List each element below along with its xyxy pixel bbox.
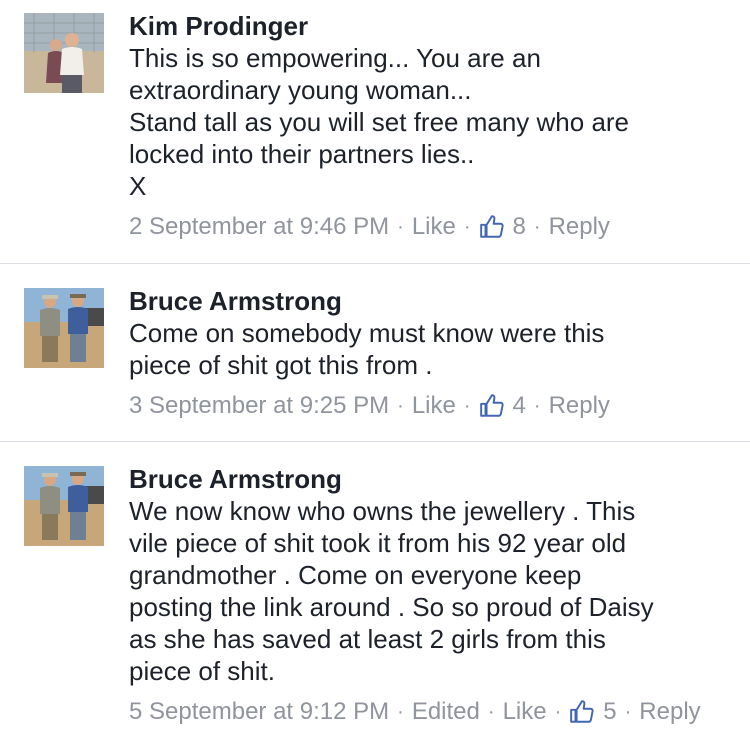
comment-line: This is so empowering... You are an: [129, 43, 541, 73]
comment-line: Come on somebody must know were this: [129, 318, 605, 348]
two-men-outback-photo-avatar: [24, 466, 104, 546]
separator-dot: ·: [533, 395, 541, 417]
reply-link[interactable]: Reply: [549, 212, 610, 242]
comment-text: We now know who owns the jewellery . Thi…: [129, 495, 729, 687]
separator-dot: ·: [554, 701, 562, 723]
timestamp[interactable]: 2 September at 9:46 PM: [129, 212, 389, 242]
comment-line: Stand tall as you will set free many who…: [129, 107, 630, 137]
comment-line: locked into their partners lies..: [129, 139, 475, 169]
avatar[interactable]: [24, 288, 104, 368]
separator-dot: ·: [624, 701, 632, 723]
separator-dot: ·: [533, 216, 541, 238]
timestamp[interactable]: 5 September at 9:12 PM: [129, 697, 389, 727]
separator-dot: ·: [463, 216, 471, 238]
comment-line: X: [129, 171, 147, 201]
like-count[interactable]: 8: [513, 212, 526, 242]
like-link[interactable]: Like: [503, 697, 547, 727]
comment-meta: 2 September at 9:46 PM · Like · 8 · Repl…: [129, 212, 729, 242]
comment-line: We now know who owns the jewellery . Thi…: [129, 496, 636, 526]
comment-line: piece of shit got this from .: [129, 350, 433, 380]
comment-line: grandmother . Come on everyone keep: [129, 560, 582, 590]
thumbs-up-icon[interactable]: [479, 214, 505, 240]
separator-dot: ·: [397, 395, 404, 417]
comment-line: posting the link around . So so proud of…: [129, 592, 654, 622]
comment-author[interactable]: Bruce Armstrong: [129, 463, 729, 495]
avatar[interactable]: [24, 466, 104, 546]
separator-dot: ·: [463, 395, 471, 417]
thumbs-up-icon[interactable]: [479, 393, 505, 419]
like-count[interactable]: 4: [513, 391, 526, 421]
two-men-outback-photo-avatar: [24, 288, 104, 368]
edited-label[interactable]: Edited: [412, 697, 480, 727]
comment-line: as she has saved at least 2 girls from t…: [129, 624, 606, 654]
comment-line: extraordinary young woman...: [129, 75, 472, 105]
comment-meta: 5 September at 9:12 PM · Edited · Like ·…: [129, 697, 729, 727]
avatar[interactable]: [24, 13, 104, 93]
comment-meta: 3 September at 9:25 PM · Like · 4 · Repl…: [129, 391, 729, 421]
reply-link[interactable]: Reply: [639, 697, 700, 727]
comment-line: piece of shit.: [129, 656, 275, 686]
comment-line: vile piece of shit took it from his 92 y…: [129, 528, 627, 558]
separator-dot: ·: [397, 216, 404, 238]
like-link[interactable]: Like: [412, 212, 456, 242]
separator-dot: ·: [397, 701, 404, 723]
divider: [0, 263, 750, 264]
comment-author[interactable]: Bruce Armstrong: [129, 285, 729, 317]
comment-text: This is so empowering... You are an extr…: [129, 42, 729, 202]
comment-text: Come on somebody must know were this pie…: [129, 317, 729, 381]
couple-photo-avatar: [24, 13, 104, 93]
timestamp[interactable]: 3 September at 9:25 PM: [129, 391, 389, 421]
divider: [0, 441, 750, 442]
comment-author[interactable]: Kim Prodinger: [129, 10, 729, 42]
like-link[interactable]: Like: [412, 391, 456, 421]
reply-link[interactable]: Reply: [549, 391, 610, 421]
like-count[interactable]: 5: [603, 697, 616, 727]
separator-dot: ·: [487, 701, 495, 723]
thumbs-up-icon[interactable]: [569, 699, 595, 725]
